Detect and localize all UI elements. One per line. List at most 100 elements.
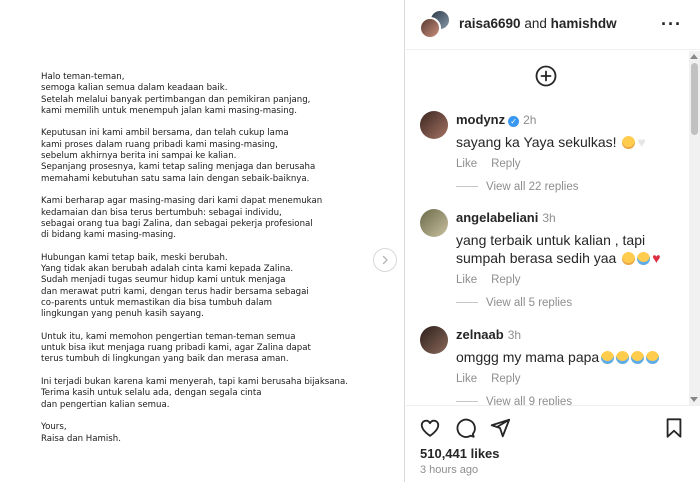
letter-line: untuk bisa ikut menjaga ruang pribadi ka… — [41, 343, 311, 354]
comment-username[interactable]: angelabeliani — [456, 210, 538, 225]
like-comment-button[interactable]: Like — [456, 158, 477, 170]
post-authors: raisa6690 and hamishdw — [459, 16, 617, 31]
letter-line: semoga kalian semua dalam keadaan baik. — [41, 83, 228, 94]
comment-text: yang terbaik untuk kalian , tapi sumpah … — [456, 231, 688, 267]
chevron-right-icon — [382, 255, 388, 265]
letter-line: Kami berharap agar masing-masing dari ka… — [41, 196, 323, 207]
letter-line: Ini terjadi bukan karena kami menyerah, … — [41, 377, 348, 388]
letter-text: Halo teman-teman, semoga kalian semua dal… — [41, 72, 381, 456]
comment-text-body: omggg my mama papa — [456, 349, 600, 365]
letter-line: Sepanjang prosesnya, kami tetap saling m… — [41, 162, 316, 173]
comment-time: 3h — [542, 211, 556, 225]
view-replies-label: View all 9 replies — [486, 396, 573, 405]
view-replies-label: View all 5 replies — [486, 297, 573, 309]
divider — [456, 186, 478, 188]
reply-button[interactable]: Reply — [491, 158, 520, 170]
like-count[interactable]: 510,441 likes — [420, 446, 500, 461]
scroll-down-arrow-icon[interactable] — [690, 397, 698, 402]
divider — [456, 302, 478, 304]
comment-text-body: sayang ka Yaya sekulkas! — [456, 134, 617, 150]
letter-line: Hubungan kami tetap baik, meski berubah. — [41, 252, 228, 263]
letter-line: Yours, — [41, 422, 67, 433]
broken-heart-icon — [652, 249, 665, 267]
view-replies-button[interactable]: View all 5 replies — [456, 297, 572, 309]
letter-line: kami memilih untuk menempuh jalan kami m… — [41, 105, 297, 116]
letter-line: kedamaian dan bisa terus bertumbuh: seba… — [41, 207, 282, 218]
comments-list: modynz✓2h sayang ka Yaya sekulkas! Like R… — [406, 51, 700, 405]
comment-time: 2h — [523, 113, 537, 127]
view-replies-button[interactable]: View all 22 replies — [456, 181, 578, 193]
bookmark-icon[interactable] — [664, 417, 684, 439]
scroll-up-arrow-icon[interactable] — [690, 54, 698, 59]
comments-scrollbar[interactable] — [689, 51, 700, 405]
letter-paragraph: Untuk itu, kami memohon pengertian teman… — [41, 332, 381, 366]
crying-face-icon — [631, 351, 645, 364]
crying-face-icon — [601, 351, 615, 364]
letter-line: lingkungan yang penuh kasih sayang. — [41, 309, 204, 320]
header-avatars[interactable] — [419, 9, 451, 41]
like-comment-button[interactable]: Like — [456, 274, 477, 286]
post-image: Halo teman-teman, semoga kalian semua dal… — [0, 0, 405, 482]
scrollbar-thumb[interactable] — [691, 63, 698, 135]
letter-line: Raisa dan Hamish. — [41, 433, 121, 444]
letter-line: sebelum akhirnya berita ini sampai ke ka… — [41, 151, 237, 162]
letter-line: dan pengertian kalian semua. — [41, 399, 170, 410]
comment-time: 3h — [507, 328, 522, 342]
pleading-face-icon — [622, 252, 636, 265]
view-replies-button[interactable]: View all 9 replies — [456, 396, 572, 405]
letter-line: dan merawat putri kami, dengan terus had… — [41, 286, 309, 297]
crying-face-icon — [637, 252, 651, 265]
author-username[interactable]: raisa6690 — [459, 16, 521, 31]
letter-line: Yang tidak akan berubah adalah cinta kam… — [41, 264, 294, 275]
comment-text-body: yang terbaik untuk kalian , tapi sumpah … — [456, 232, 646, 266]
author-username[interactable]: hamishdw — [551, 16, 617, 31]
comment-icon[interactable] — [454, 417, 476, 439]
avatar[interactable] — [420, 111, 448, 139]
avatar[interactable] — [419, 17, 441, 39]
letter-line: Terima kasih untuk selalu ada, dengan se… — [41, 388, 262, 399]
letter-line: Sudah menjadi tugas seumur hidup kami un… — [41, 275, 286, 286]
like-comment-button[interactable]: Like — [456, 373, 477, 385]
letter-paragraph: Ini terjadi bukan karena kami menyerah, … — [41, 377, 381, 411]
reply-button[interactable]: Reply — [491, 274, 520, 286]
letter-line: di bidang kami masing-masing. — [41, 230, 176, 241]
letter-line: Halo teman-teman, — [41, 72, 125, 82]
letter-paragraph: Keputusan ini kami ambil bersama, dan te… — [41, 128, 381, 184]
letter-line: terus tumbuh di lingkungan yang baik dan… — [41, 354, 289, 365]
letter-line: kami proses dalam ruang pribadi kami mas… — [41, 139, 278, 150]
letter-line: co-parents untuk memastikan dia bisa tum… — [41, 297, 273, 308]
view-replies-label: View all 22 replies — [486, 181, 579, 193]
letter-paragraph: Halo teman-teman, semoga kalian semua dal… — [41, 72, 381, 117]
post-timestamp[interactable]: 3 hours ago — [420, 464, 478, 476]
share-icon[interactable] — [489, 417, 511, 439]
next-image-button[interactable] — [373, 248, 397, 272]
letter-line: Untuk itu, kami memohon pengertian teman… — [41, 331, 296, 342]
author-joiner: and — [524, 16, 547, 31]
post-header: raisa6690 and hamishdw ··· — [406, 0, 700, 50]
comment-username[interactable]: zelnaab — [456, 327, 504, 342]
letter-line: Keputusan ini kami ambil bersama, dan te… — [41, 128, 289, 139]
heart-icon[interactable] — [419, 417, 441, 439]
post-side-panel: raisa6690 and hamishdw ··· modynz ✓ 2h say… — [406, 0, 700, 482]
pleading-face-icon — [622, 136, 636, 149]
letter-line: sebagai orang tua bagi Zalina, dan sebag… — [41, 218, 313, 229]
add-comment-icon[interactable] — [535, 65, 557, 87]
crying-face-icon — [646, 351, 660, 364]
comment-username[interactable]: modynz — [456, 112, 505, 127]
letter-line: memahami kebutuhan satu sama lain dengan… — [41, 173, 310, 184]
crying-face-icon — [616, 351, 630, 364]
letter-paragraph: Kami berharap agar masing-masing dari ka… — [41, 196, 381, 241]
avatar[interactable] — [420, 326, 448, 354]
white-heart-icon — [637, 133, 650, 151]
avatar[interactable] — [420, 209, 448, 237]
letter-line: Setelah melalui banyak pertimbangan dan … — [41, 94, 311, 105]
more-options-icon[interactable]: ··· — [661, 14, 682, 35]
letter-paragraph: Yours, Raisa dan Hamish. — [41, 422, 381, 445]
letter-paragraph: Hubungan kami tetap baik, meski berubah.… — [41, 253, 381, 321]
comment-text: sayang ka Yaya sekulkas! — [456, 133, 688, 151]
post-actions-footer: 510,441 likes 3 hours ago — [406, 405, 700, 482]
comment-text: omggg my mama papa — [456, 348, 688, 366]
verified-badge-icon: ✓ — [508, 116, 520, 127]
divider — [456, 401, 478, 403]
reply-button[interactable]: Reply — [491, 373, 520, 385]
